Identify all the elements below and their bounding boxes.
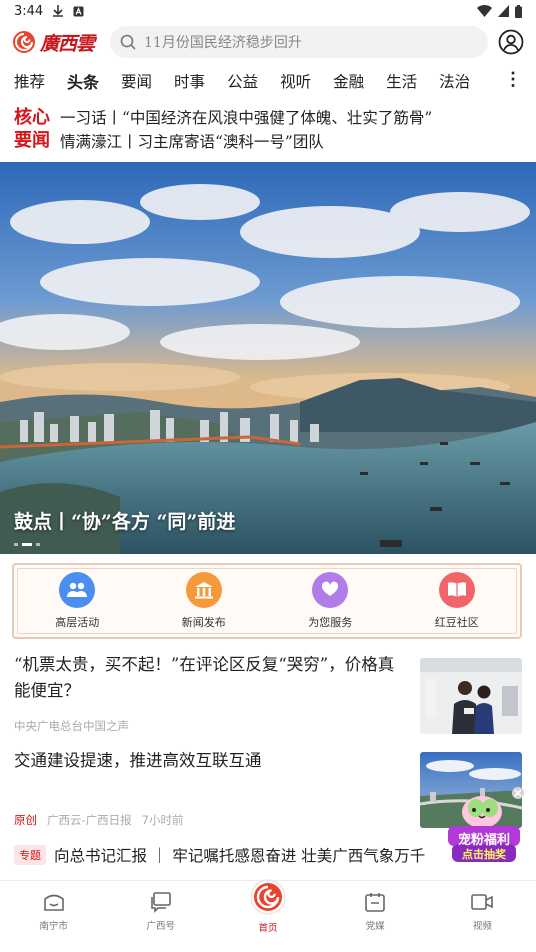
original-tag: 原创 (14, 813, 37, 827)
tab-channel[interactable]: 推荐 (14, 70, 45, 92)
signal-icon (498, 5, 509, 17)
hero-caption: 鼓点丨“协”各方 “同”前进 (14, 511, 236, 533)
city-icon (43, 894, 64, 911)
core-news-link[interactable]: 一习话丨“中国经济在风浪中强健了体魄、壮实了筋骨” (60, 106, 432, 130)
status-time: 3:44 (14, 3, 44, 19)
tab-channel[interactable]: 生活 (386, 70, 417, 92)
tab-channel[interactable]: 要闻 (121, 70, 152, 92)
wifi-icon (477, 5, 492, 17)
download-icon (53, 5, 64, 17)
search-placeholder: 11月份国民经济稳步回升 (144, 35, 302, 51)
news-title: “机票太贵，买不起！”在评论区反复“哭穷”，价格真能便宜？ (14, 655, 395, 700)
news-time: 7小时前 (141, 813, 184, 827)
home-logo-icon (250, 879, 286, 915)
core-news-link[interactable]: 情满濠江丨习主席寄语“澳科一号”团队 (60, 130, 432, 154)
bottom-navigation: 南宁市 广西号 首页 党媒 视频 (0, 879, 536, 952)
nav-video[interactable]: 视频 (447, 891, 517, 932)
carousel-dot (14, 543, 18, 546)
news-item[interactable]: “机票太贵，买不起！”在评论区反复“哭穷”，价格真能便宜？ 中央广电总台中国之声 (14, 652, 522, 738)
logo-swirl-icon (13, 31, 35, 53)
promo-text-line2: 点击抽奖 (462, 848, 506, 861)
chat-icon (150, 892, 171, 913)
status-bar: 3:44 (0, 0, 536, 22)
building-icon (185, 572, 222, 608)
tab-channel[interactable]: 法治 (439, 70, 470, 92)
special-badge: 专题 (14, 845, 46, 865)
calendar-icon (365, 893, 385, 912)
service-leadership-activities[interactable]: 高层活动 (22, 572, 132, 630)
channel-tabs: 推荐 头条 要闻 时事 公益 视听 金融 生活 法治 ⋮ (0, 64, 536, 98)
heart-hands-icon (312, 572, 349, 608)
news-meta-row: 原创 广西云-广西日报 7小时前 (14, 812, 183, 828)
logo-text: 廣西雲 (40, 32, 95, 55)
hero-landscape-image (0, 162, 536, 554)
search-input[interactable]: 11月份国民经济稳步回升 (110, 26, 488, 58)
core-news-label: 核心 要闻 (14, 107, 50, 151)
top-bar: 廣西雲 11月份国民经济稳步回升 (0, 24, 536, 60)
news-thumbnail (420, 658, 522, 734)
app-logo[interactable]: 廣西雲 (12, 29, 104, 56)
service-for-you[interactable]: 为您服务 (275, 572, 385, 630)
service-hongdou-community[interactable]: 红豆社区 (402, 572, 512, 630)
carousel-indicator (14, 543, 40, 546)
special-topic-row[interactable]: 专题 向总书记汇报 ｜ 牢记嘱托感恩奋进 壮美广西气象万千 (14, 844, 425, 866)
book-icon (438, 572, 475, 608)
special-title: 向总书记汇报 ｜ 牢记嘱托感恩奋进 壮美广西气象万千 (54, 847, 426, 865)
nav-nanning[interactable]: 南宁市 (19, 891, 89, 932)
news-source: 中央广电总台中国之声 (14, 719, 129, 733)
promo-lottery-badge[interactable]: 宠粉福利 点击抽奖 (442, 786, 526, 866)
battery-icon (515, 4, 522, 18)
nav-party-media[interactable]: 党媒 (340, 891, 410, 932)
video-icon (471, 894, 494, 910)
people-icon (59, 572, 96, 608)
tab-channel[interactable]: 金融 (333, 70, 364, 92)
news-title: 交通建设提速，推进高效互联互通 (14, 751, 262, 770)
nav-home[interactable]: 首页 (233, 879, 303, 934)
search-icon (120, 34, 136, 50)
service-press-release[interactable]: 新闻发布 (149, 572, 259, 630)
service-shortcuts: 高层活动 新闻发布 为您服务 红豆社区 (12, 563, 522, 639)
hero-banner[interactable]: 鼓点丨“协”各方 “同”前进 (0, 162, 536, 554)
more-channels-icon[interactable]: ⋮ (504, 70, 522, 90)
user-profile-icon[interactable] (498, 29, 524, 55)
nav-guangxi-hao[interactable]: 广西号 (126, 891, 196, 932)
core-news-block: 核心 要闻 一习话丨“中国经济在风浪中强健了体魄、壮实了筋骨” 情满濠江丨习主席… (0, 104, 536, 156)
notification-a-icon (73, 6, 84, 16)
tab-channel[interactable]: 公益 (227, 70, 258, 92)
tab-channel[interactable]: 视听 (280, 70, 311, 92)
carousel-dot-active (22, 543, 32, 546)
news-source: 广西云-广西日报 (47, 813, 132, 827)
carousel-dot (36, 543, 40, 546)
tab-channel-active[interactable]: 头条 (67, 69, 99, 93)
tab-channel[interactable]: 时事 (174, 70, 205, 92)
